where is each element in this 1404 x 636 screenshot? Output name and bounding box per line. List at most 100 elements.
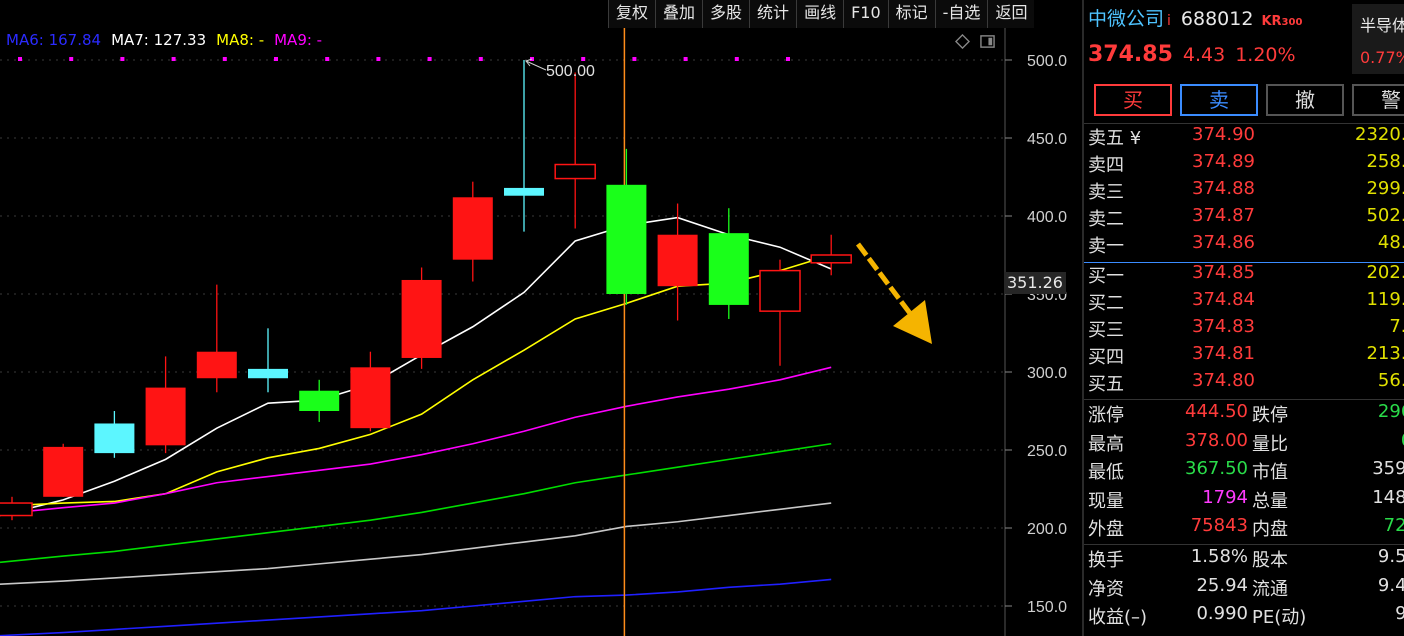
annotation-arrow-head <box>893 300 932 344</box>
y-tick-label: 200.0 <box>1027 521 1067 538</box>
candle-body <box>452 197 493 260</box>
stat-value: 1794 <box>1202 486 1248 508</box>
ob-volume: 258.7 <box>1366 151 1404 172</box>
sector-change: 0.77% <box>1360 48 1404 67</box>
stat-label: PE(动) <box>1252 607 1307 628</box>
ob-volume: 56.2 <box>1377 370 1404 391</box>
bid-row[interactable]: 买四 374.81 213.6 <box>1088 343 1404 370</box>
toolbar-button[interactable]: 返回 <box>987 0 1035 28</box>
stat-value: 9.58 <box>1377 546 1404 567</box>
stat-label: 总量 <box>1252 490 1288 512</box>
stat-value: 9.42 <box>1377 574 1404 596</box>
ob-level-label: 卖二 <box>1088 209 1124 230</box>
candle-body <box>810 254 852 264</box>
ask-row[interactable]: 卖四 374.89 258.7 <box>1088 151 1404 178</box>
ob-price: 374.80 <box>1192 370 1255 391</box>
stat-value: 90 <box>1395 603 1404 624</box>
price-change: 4.43 <box>1182 44 1226 66</box>
stat-value: 3590 <box>1372 458 1404 479</box>
stock-name[interactable]: 中微公司 <box>1088 8 1164 30</box>
ob-price: 374.88 <box>1192 178 1255 199</box>
chart-toolbar: 复权 叠加 多股 统计 画线 F10 标记 -自选 返回 <box>608 0 1035 28</box>
ob-price: 374.85 <box>1192 262 1255 283</box>
ob-price: 374.87 <box>1192 205 1255 226</box>
ask-row[interactable]: 卖一 374.86 48.7 <box>1088 232 1404 259</box>
stat-value: 378.00 <box>1185 429 1248 451</box>
action-buttons: 买 卖 撤 警 <box>1094 84 1404 116</box>
ask-row[interactable]: 卖五 ¥ 374.90 2320.6 <box>1088 124 1404 151</box>
toolbar-button[interactable]: 标记 <box>887 0 935 28</box>
ma-marker-dot <box>18 57 22 61</box>
toolbar-button[interactable]: F10 <box>843 0 888 28</box>
ma-marker-dot <box>478 57 483 61</box>
stat-row: 收益(–) 0.990PE(动) 90 <box>1088 603 1404 630</box>
ob-level-label: 买四 <box>1088 347 1124 368</box>
stat-label: 外盘 <box>1088 519 1124 540</box>
toolbar-button[interactable]: 统计 <box>749 0 797 28</box>
candle-body <box>94 423 135 454</box>
ob-price: 374.90 <box>1192 124 1255 145</box>
alert-button[interactable]: 警 <box>1352 84 1404 116</box>
bid-row[interactable]: 买二 374.84 119.9 <box>1088 289 1404 316</box>
stat-value: 75843 <box>1190 515 1248 536</box>
bid-row[interactable]: 买三 374.83 7.5 <box>1088 316 1404 343</box>
stat-label: 市值 <box>1252 462 1288 483</box>
last-price: 374.85 <box>1088 42 1173 67</box>
ma-marker-dot <box>325 57 330 61</box>
stat-value: 367.50 <box>1185 458 1248 479</box>
ob-price: 374.81 <box>1192 343 1255 364</box>
ob-level-label: 卖一 <box>1088 236 1124 257</box>
bid-row[interactable]: 买一 374.85 202.4 <box>1088 262 1404 289</box>
y-tick-label: 500.0 <box>1027 53 1067 70</box>
stat-label: 收益(–) <box>1088 607 1148 628</box>
ob-level-label: 买五 <box>1088 374 1124 395</box>
ma-line <box>0 442 832 564</box>
candle-body <box>708 233 749 305</box>
ask-bid-divider <box>1084 262 1404 263</box>
stat-label: 流通 <box>1252 578 1288 600</box>
ma-legend-item: MA8: - <box>216 31 265 49</box>
toolbar-button[interactable]: 复权 <box>608 0 656 28</box>
ma-marker-dot <box>581 57 586 61</box>
ma-marker-dot <box>171 57 176 61</box>
ob-price: 374.83 <box>1192 316 1255 337</box>
buy-button[interactable]: 买 <box>1094 84 1172 116</box>
sell-button[interactable]: 卖 <box>1180 84 1258 116</box>
toolbar-button[interactable]: -自选 <box>934 0 988 28</box>
bid-row[interactable]: 买五 374.80 56.2 <box>1088 370 1404 397</box>
toolbar-button[interactable]: 叠加 <box>655 0 703 28</box>
stat-value: 0.990 <box>1196 603 1248 624</box>
ask-row[interactable]: 卖二 374.87 502.3 <box>1088 205 1404 232</box>
chart-corner-icons <box>955 34 995 49</box>
stock-code: 688012 <box>1180 8 1254 30</box>
ob-price: 374.86 <box>1192 232 1255 253</box>
toolbar-button[interactable]: 画线 <box>796 0 844 28</box>
stat-label: 量比 <box>1252 433 1288 455</box>
candle-body <box>299 390 340 411</box>
ob-level-label: 买二 <box>1088 293 1124 314</box>
ob-level-label: 买一 <box>1088 266 1124 287</box>
sector-box[interactable]: 半导体 0.77% <box>1352 4 1404 74</box>
y-tick-label: 250.0 <box>1027 443 1067 460</box>
candle-body <box>145 387 186 446</box>
ma-marker-dot <box>734 57 739 61</box>
candle-body <box>554 163 596 180</box>
ob-price: 374.89 <box>1192 151 1255 172</box>
stat-label: 现量 <box>1088 490 1124 512</box>
ask-row[interactable]: 卖三 374.88 299.9 <box>1088 178 1404 205</box>
stat-value: 25.94 <box>1196 574 1248 596</box>
ma-marker-dot <box>632 57 637 61</box>
candlestick-chart[interactable]: 150.0200.0250.0300.0350.0400.0450.0500.0… <box>0 0 1082 636</box>
high-marker-label: 500.00 <box>546 63 595 80</box>
ob-volume: 202.4 <box>1366 262 1404 283</box>
diamond-icon[interactable] <box>955 34 970 49</box>
candle-body <box>401 279 442 358</box>
ma-marker-dot <box>120 57 125 61</box>
candle-body <box>43 446 84 497</box>
window-icon[interactable] <box>980 34 995 49</box>
ob-level-label: 卖三 <box>1088 182 1124 203</box>
toolbar-button[interactable]: 多股 <box>702 0 750 28</box>
info-icon[interactable]: i <box>1167 13 1171 29</box>
ma-legend-item: MA6: 167.84 <box>6 31 102 49</box>
cancel-order-button[interactable]: 撤 <box>1266 84 1344 116</box>
